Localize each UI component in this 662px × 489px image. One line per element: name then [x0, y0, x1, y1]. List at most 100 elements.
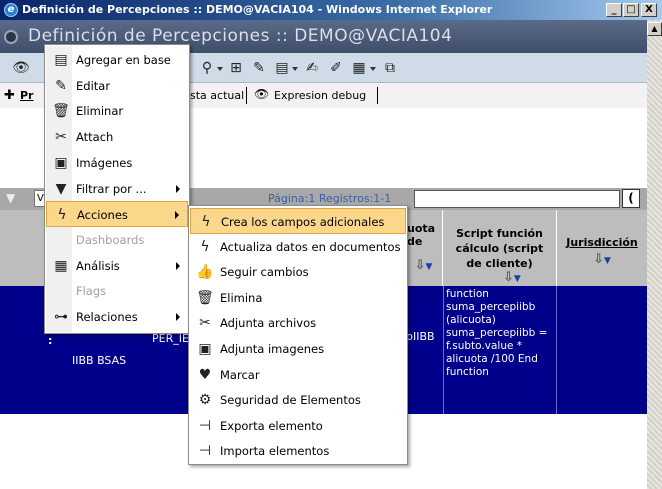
submenu-item-marcar[interactable]: ♥ Marcar [190, 362, 406, 388]
page-logo-icon [4, 30, 18, 44]
column-header-cuota[interactable]: uota de ⇩▼ [405, 210, 443, 286]
separator [377, 87, 378, 104]
open-external-icon[interactable]: ⧉ [381, 59, 399, 77]
expresion-debug-link[interactable]: Expresion debug [274, 89, 366, 102]
column-header-script[interactable]: Script función cálculo (script de client… [443, 210, 557, 286]
submenu-item-seguridad-de-elementos[interactable]: ⚙ Seguridad de Elementos [190, 387, 406, 413]
calendar-icon[interactable]: ▦ [350, 59, 368, 77]
heart-icon: ♥ [198, 366, 212, 383]
menu-item-imágenes[interactable]: ▣ Imágenes [46, 150, 188, 176]
minimize-button[interactable]: _ [606, 3, 622, 17]
sort-icon[interactable]: ⇩▼ [503, 270, 556, 285]
window-titlebar: e Definición de Percepciones :: DEMO@VAC… [0, 0, 662, 20]
menu-item-análisis[interactable]: ▦ Análisis [46, 253, 188, 279]
menu-item-acciones[interactable]: ϟ Acciones [46, 201, 188, 228]
submenu-item-adjunta-archivos[interactable]: ✂ Adjunta archivos [190, 310, 406, 336]
menu-item-dashboards: Dashboards [46, 227, 188, 253]
column-header-label: Jurisdicción [566, 236, 638, 249]
submenu-arrow-icon [176, 184, 180, 193]
acciones-submenu: ϟ Crea los campos adicionales ϟ Actualiza d… [188, 205, 408, 465]
menu-item-label: Imágenes [76, 155, 133, 170]
submenu-arrow-icon [176, 261, 180, 270]
submenu-item-label: Adjunta imagenes [220, 342, 325, 356]
edit-icon: ✎ [55, 77, 67, 94]
menu-item-agregar-en-base[interactable]: ▤ Agregar en base [46, 47, 188, 73]
sort-icon[interactable]: ⇩▼ [405, 258, 442, 273]
submenu-item-actualiza-datos-en-documentos[interactable]: ϟ Actualiza datos en documentos [190, 234, 406, 260]
submenu-arrow-icon [176, 313, 180, 321]
cell-name: IIBB BSAS [72, 354, 127, 367]
menu-item-label: Filtrar por ... [76, 181, 147, 196]
filter-dropdown-caret[interactable] [217, 67, 223, 71]
vista-actual-link[interactable]: sta actual [190, 89, 244, 102]
add-to-database-icon: ▤ [54, 52, 68, 68]
filter-toolbar-icon[interactable]: ⚲ [198, 59, 216, 77]
submenu-item-exporta-elemento[interactable]: ⊣ Exporta elemento [190, 413, 406, 439]
submenu-item-label: Marcar [220, 367, 260, 382]
submenu-item-label: Exporta elemento [220, 418, 323, 433]
thumbs-up-icon: 👍 [196, 264, 214, 281]
context-menu: ▤ Agregar en base ✎ Editar 🗑 Eliminar ✂ Attach ▣… [44, 44, 190, 334]
edit-multiple-icon[interactable]: ✐ [327, 59, 345, 77]
cell-jurisdiccion [557, 286, 647, 414]
maximize-button[interactable]: □ [623, 3, 639, 17]
submenu-item-crea-los-campos-adicionales[interactable]: ϟ Crea los campos adicionales [190, 208, 406, 234]
submenu-item-label: Importa elementos [220, 444, 330, 459]
submenu-item-adjunta-imagenes[interactable]: ▣ Adjunta imagenes [190, 336, 406, 362]
scroll-up-arrow-icon[interactable]: ▲ [647, 22, 662, 36]
pr-icon: ✚ [4, 88, 15, 103]
column-header-label: Script función cálculo (script de client… [455, 227, 544, 270]
menu-item-relaciones[interactable]: ⊶ Relaciones [46, 304, 188, 330]
menu-item-eliminar[interactable]: 🗑 Eliminar [46, 98, 188, 124]
view-icon[interactable]: 👁 [12, 59, 30, 77]
calendar-dropdown-caret[interactable] [370, 67, 376, 71]
menu-item-label: Editar [76, 78, 111, 93]
vertical-scrollbar[interactable]: ▲ [647, 20, 662, 489]
page-title: Definición de Percepciones :: DEMO@VACIA… [28, 26, 453, 46]
row-marker: : [48, 334, 53, 347]
column-header-jurisdiccion[interactable]: Jurisdicción ⇩▼ [557, 210, 647, 286]
menu-item-label: Attach [76, 130, 114, 145]
lightning-icon: ϟ [200, 238, 210, 255]
cell-cuota: pIIBB [406, 330, 435, 343]
pagination-info: Página:1 Registros:1-1 [268, 192, 392, 205]
menu-item-flags: Flags [46, 278, 188, 304]
menu-item-label: Acciones [77, 208, 128, 223]
export-icon: ⊣ [198, 417, 212, 434]
filter-bar-icon: ▼ [6, 191, 16, 205]
submenu-item-elimina[interactable]: 🗑 Elimina [190, 285, 406, 311]
submenu-item-label: Seguir cambios [220, 265, 309, 280]
submenu-item-seguir-cambios[interactable]: 👍 Seguir cambios [190, 259, 406, 285]
menu-item-label: Eliminar [76, 104, 124, 119]
submenu-item-importa-elementos[interactable]: ⊣ Importa elementos [190, 438, 406, 464]
separator [246, 87, 247, 104]
submenu-item-label: Seguridad de Elementos [220, 393, 361, 408]
submenu-item-label: Crea los campos adicionales [221, 215, 385, 229]
menu-item-label: Dashboards [76, 232, 145, 247]
menu-item-attach[interactable]: ✂ Attach [46, 124, 188, 150]
close-button[interactable]: X [641, 3, 657, 17]
submenu-item-label: Elimina [220, 290, 263, 305]
column-header-label: uota de [407, 222, 436, 248]
print-dropdown-caret[interactable] [292, 67, 298, 71]
lightning-icon: ϟ [201, 214, 211, 230]
pr-link[interactable]: Pr [20, 89, 34, 102]
submenu-item-label: Adjunta archivos [220, 316, 317, 331]
filter-icon: ▼ [55, 180, 67, 197]
window-title: Definición de Percepciones :: DEMO@VACIA… [22, 3, 493, 16]
menu-item-filtrar-por[interactable]: ▼ Filtrar por ... [46, 176, 188, 202]
paperclip-icon: ✂ [199, 315, 211, 332]
edit-icon[interactable]: ✍ [303, 59, 321, 77]
menu-item-editar[interactable]: ✎ Editar [46, 73, 188, 99]
debug-eye-icon: 👁 [254, 87, 270, 101]
search-input[interactable] [414, 190, 620, 208]
images-icon: ▣ [198, 341, 212, 357]
security-icon: ⚙ [198, 392, 212, 409]
paperclip-icon: ✂ [55, 129, 67, 146]
menu-item-label: Flags [76, 284, 107, 299]
sort-icon[interactable]: ⇩▼ [557, 252, 647, 267]
search-button[interactable]: ( [622, 189, 640, 208]
add-row-icon[interactable]: ⊞ [227, 59, 245, 77]
tools-icon[interactable]: ✎ [250, 59, 268, 77]
print-icon[interactable]: ▤ [273, 59, 291, 77]
